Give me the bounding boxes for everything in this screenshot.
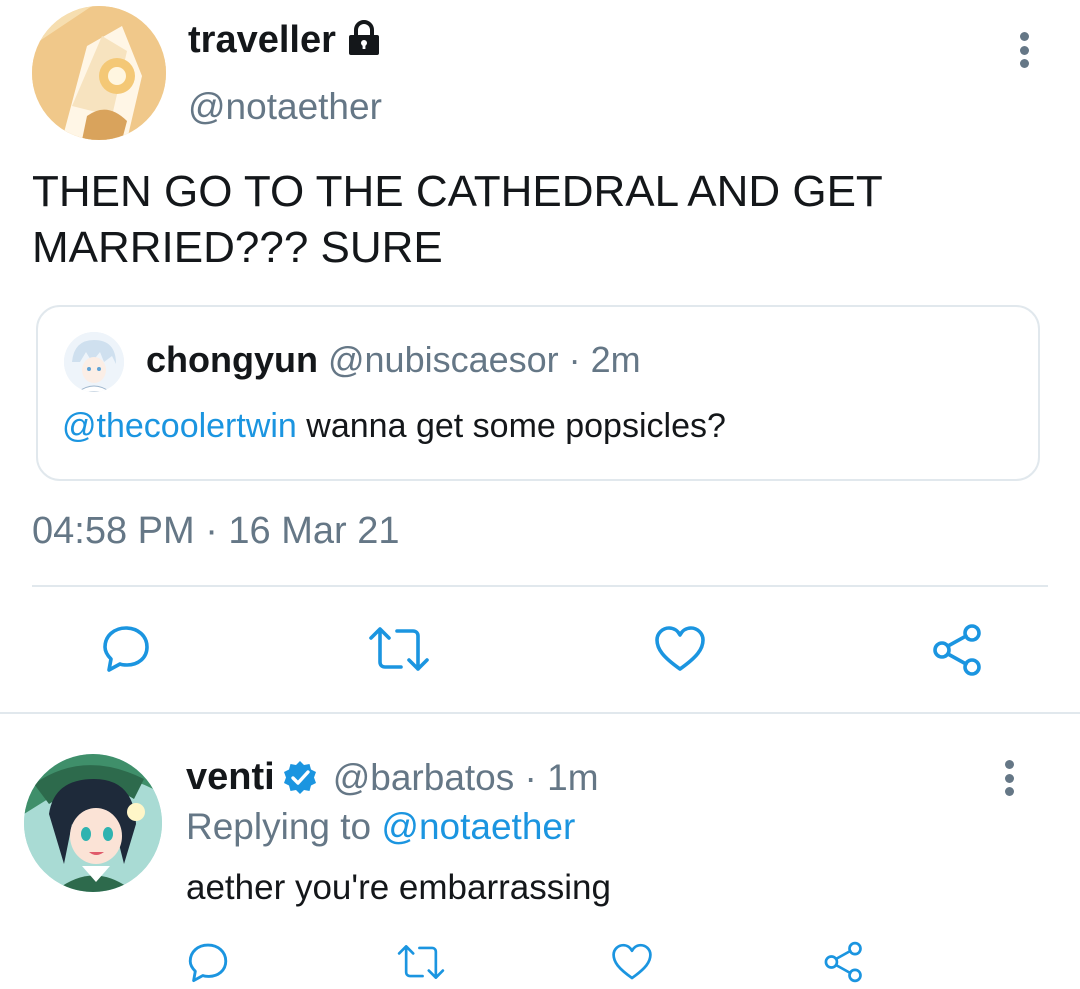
reply-icon[interactable] [186, 940, 230, 989]
reply-author-meta: @barbatos · 1m [332, 756, 599, 798]
retweet-icon[interactable] [367, 624, 431, 679]
lock-icon [344, 18, 384, 63]
share-icon[interactable] [822, 940, 866, 989]
replying-to-row: Replying to @notaether [186, 806, 575, 848]
section-divider [0, 712, 1080, 714]
more-options-icon[interactable] [1018, 32, 1030, 68]
venti-avatar[interactable] [24, 754, 162, 892]
quote-author-row: chongyun @nubiscaesor · 2m [146, 339, 641, 381]
replying-to-handle[interactable]: @notaether [381, 806, 575, 847]
tweet-text: THEN GO TO THE CATHEDRAL AND GET MARRIED… [32, 167, 883, 272]
reply-author-row: venti @barbatos · 1m [186, 756, 599, 799]
author-name[interactable]: traveller [188, 19, 336, 62]
verified-badge-icon [281, 759, 319, 797]
traveller-avatar-art [32, 6, 166, 140]
divider [32, 585, 1048, 587]
quoted-tweet-card[interactable]: chongyun @nubiscaesor · 2m @thecoolertwi… [36, 305, 1040, 481]
retweet-icon[interactable] [396, 942, 446, 987]
reply-author-name[interactable]: venti [186, 756, 275, 799]
author-row: traveller [188, 18, 384, 63]
like-icon[interactable] [610, 942, 654, 987]
share-icon[interactable] [930, 622, 986, 683]
replying-to-label: Replying to [186, 806, 382, 847]
action-bar [0, 620, 1080, 680]
quote-author-name[interactable]: chongyun [146, 339, 318, 381]
quote-author-meta: @nubiscaesor · 2m [327, 339, 641, 380]
chongyun-avatar [64, 332, 124, 392]
reply-action-bar [0, 938, 1080, 984]
quote-mention[interactable]: @thecoolertwin [62, 407, 297, 445]
quote-text-row: @thecoolertwin wanna get some popsicles? [62, 407, 726, 446]
reply-text: aether you're embarrassing [186, 868, 611, 907]
tweet-timestamp[interactable]: 04:58 PM · 16 Mar 21 [32, 510, 400, 553]
reply-icon[interactable] [100, 622, 152, 679]
like-icon[interactable] [653, 624, 707, 679]
reply-more-options-icon[interactable] [1003, 760, 1015, 796]
quote-text: wanna get some popsicles? [296, 407, 726, 445]
traveller-avatar[interactable] [32, 6, 166, 140]
author-handle[interactable]: @notaether [188, 86, 382, 128]
